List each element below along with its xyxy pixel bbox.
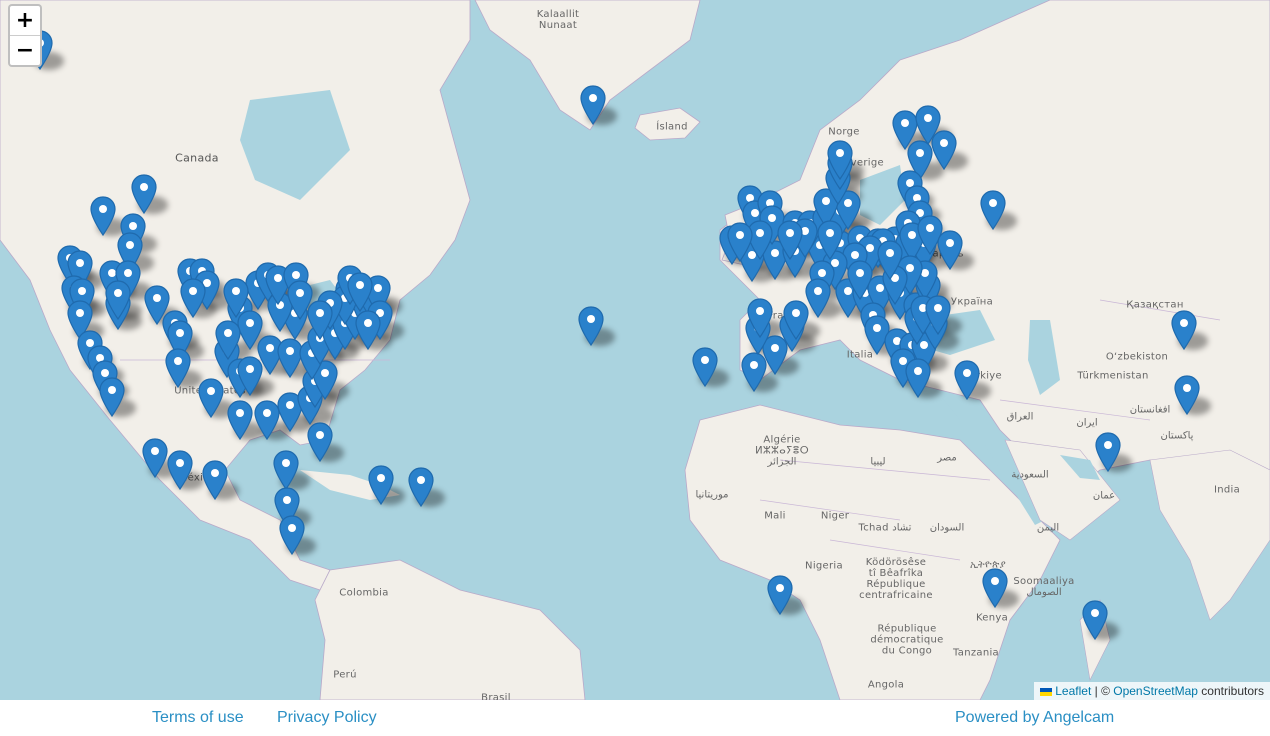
camera-marker-icon[interactable] [223, 278, 249, 318]
camera-marker-icon[interactable] [827, 140, 853, 180]
map-label: موريتانيا [695, 489, 729, 501]
camera-marker-icon[interactable] [198, 378, 224, 418]
camera-marker-icon[interactable] [408, 467, 434, 507]
camera-marker-icon[interactable] [279, 515, 305, 555]
camera-marker-icon[interactable] [578, 306, 604, 346]
map-label: Kenya [975, 612, 1009, 624]
map-label: پاکستان [1160, 430, 1194, 442]
map-label: Ísland [656, 121, 688, 133]
camera-marker-icon[interactable] [355, 310, 381, 350]
map-label: Mali [764, 510, 786, 522]
terms-of-use-link[interactable]: Terms of use [152, 709, 244, 727]
map-label: السعودية [1011, 469, 1049, 481]
map-label: Angola [867, 679, 905, 691]
map-label: Kalaallit Nunaat [536, 9, 580, 31]
map-label: ایران [1076, 417, 1098, 429]
camera-marker-icon[interactable] [105, 280, 131, 320]
zoom-control: + − [8, 4, 42, 67]
map-label: Algérie ⵍⵣⵣⴰⵢⴻⵔ الجزائر [755, 434, 809, 468]
world-map[interactable]: Kalaallit Nunaat Ísland Canada Norge Sverige… [0, 0, 1270, 700]
attribution-separator: | © [1091, 684, 1114, 698]
map-attribution: Leaflet | © OpenStreetMap contributors [1034, 682, 1270, 700]
map-label: Niger [820, 510, 850, 522]
camera-marker-icon[interactable] [954, 360, 980, 400]
camera-marker-icon[interactable] [767, 575, 793, 615]
camera-marker-icon[interactable] [131, 174, 157, 214]
camera-marker-icon[interactable] [99, 377, 125, 417]
camera-marker-icon[interactable] [273, 450, 299, 490]
camera-marker-icon[interactable] [817, 220, 843, 260]
powered-by-angelcam-link[interactable]: Powered by Angelcam [955, 709, 1114, 727]
map-label: Türkmenistan [1077, 370, 1149, 382]
map-label: Perú [333, 669, 357, 681]
camera-marker-icon[interactable] [925, 295, 951, 335]
map-label: Nigeria [805, 560, 843, 572]
camera-marker-icon[interactable] [931, 130, 957, 170]
camera-marker-icon[interactable] [580, 85, 606, 125]
map-label: Tchad تشاد [858, 522, 912, 534]
camera-marker-icon[interactable] [1171, 310, 1197, 350]
openstreetmap-link[interactable]: OpenStreetMap [1113, 684, 1198, 698]
camera-marker-icon[interactable] [1174, 375, 1200, 415]
map-label: Brasil [481, 692, 511, 701]
camera-marker-icon[interactable] [777, 220, 803, 260]
map-label: العراق [1006, 411, 1034, 423]
camera-marker-icon[interactable] [202, 460, 228, 500]
camera-marker-icon[interactable] [980, 190, 1006, 230]
leaflet-link[interactable]: Leaflet [1055, 684, 1091, 698]
camera-marker-icon[interactable] [347, 272, 373, 312]
camera-marker-icon[interactable] [692, 347, 718, 387]
camera-marker-icon[interactable] [167, 450, 193, 490]
map-label: Colombia [339, 587, 389, 599]
camera-marker-icon[interactable] [90, 196, 116, 236]
camera-marker-icon[interactable] [227, 400, 253, 440]
camera-marker-icon[interactable] [215, 320, 241, 360]
camera-marker-icon[interactable] [937, 230, 963, 270]
map-label: Tanzania [953, 647, 999, 659]
map-label: République démocratique du Congo [870, 623, 944, 657]
map-label: Україна [950, 296, 994, 308]
map-label: Soomaaliya الصومال [1013, 576, 1075, 598]
camera-marker-icon[interactable] [142, 438, 168, 478]
camera-marker-icon[interactable] [287, 280, 313, 320]
map-label: Қазақстан [1126, 299, 1184, 311]
camera-marker-icon[interactable] [1095, 432, 1121, 472]
camera-marker-icon[interactable] [1082, 600, 1108, 640]
camera-marker-icon[interactable] [905, 358, 931, 398]
map-label: اليمن [1036, 522, 1060, 534]
map-label: ليبيا [870, 456, 886, 468]
camera-marker-icon[interactable] [165, 348, 191, 388]
map-label: India [1213, 484, 1241, 496]
camera-marker-icon[interactable] [982, 568, 1008, 608]
attribution-suffix: contributors [1197, 684, 1264, 698]
map-label: O‘zbekiston [1105, 351, 1169, 363]
map-label: Ködörösêse tî Bêafrîka République centra… [859, 557, 933, 601]
map-label: افغانستان [1129, 404, 1171, 416]
camera-marker-icon[interactable] [368, 465, 394, 505]
zoom-in-button[interactable]: + [10, 6, 40, 36]
map-label: السودان [929, 522, 965, 534]
camera-marker-icon[interactable] [847, 260, 873, 300]
camera-marker-icon[interactable] [307, 422, 333, 462]
camera-marker-icon[interactable] [727, 222, 753, 262]
footer: Terms of use Privacy Policy Powered by A… [0, 700, 1270, 736]
map-label: مصر [937, 452, 957, 464]
camera-marker-icon[interactable] [877, 240, 903, 280]
camera-marker-icon[interactable] [747, 298, 773, 338]
map-label: عمان [1092, 490, 1116, 502]
ukraine-flag-icon [1040, 687, 1053, 696]
map-label: Canada [175, 151, 219, 165]
zoom-out-button[interactable]: − [10, 36, 40, 65]
camera-marker-icon[interactable] [805, 278, 831, 318]
map-label: Norge [828, 126, 860, 138]
privacy-policy-link[interactable]: Privacy Policy [277, 709, 377, 727]
